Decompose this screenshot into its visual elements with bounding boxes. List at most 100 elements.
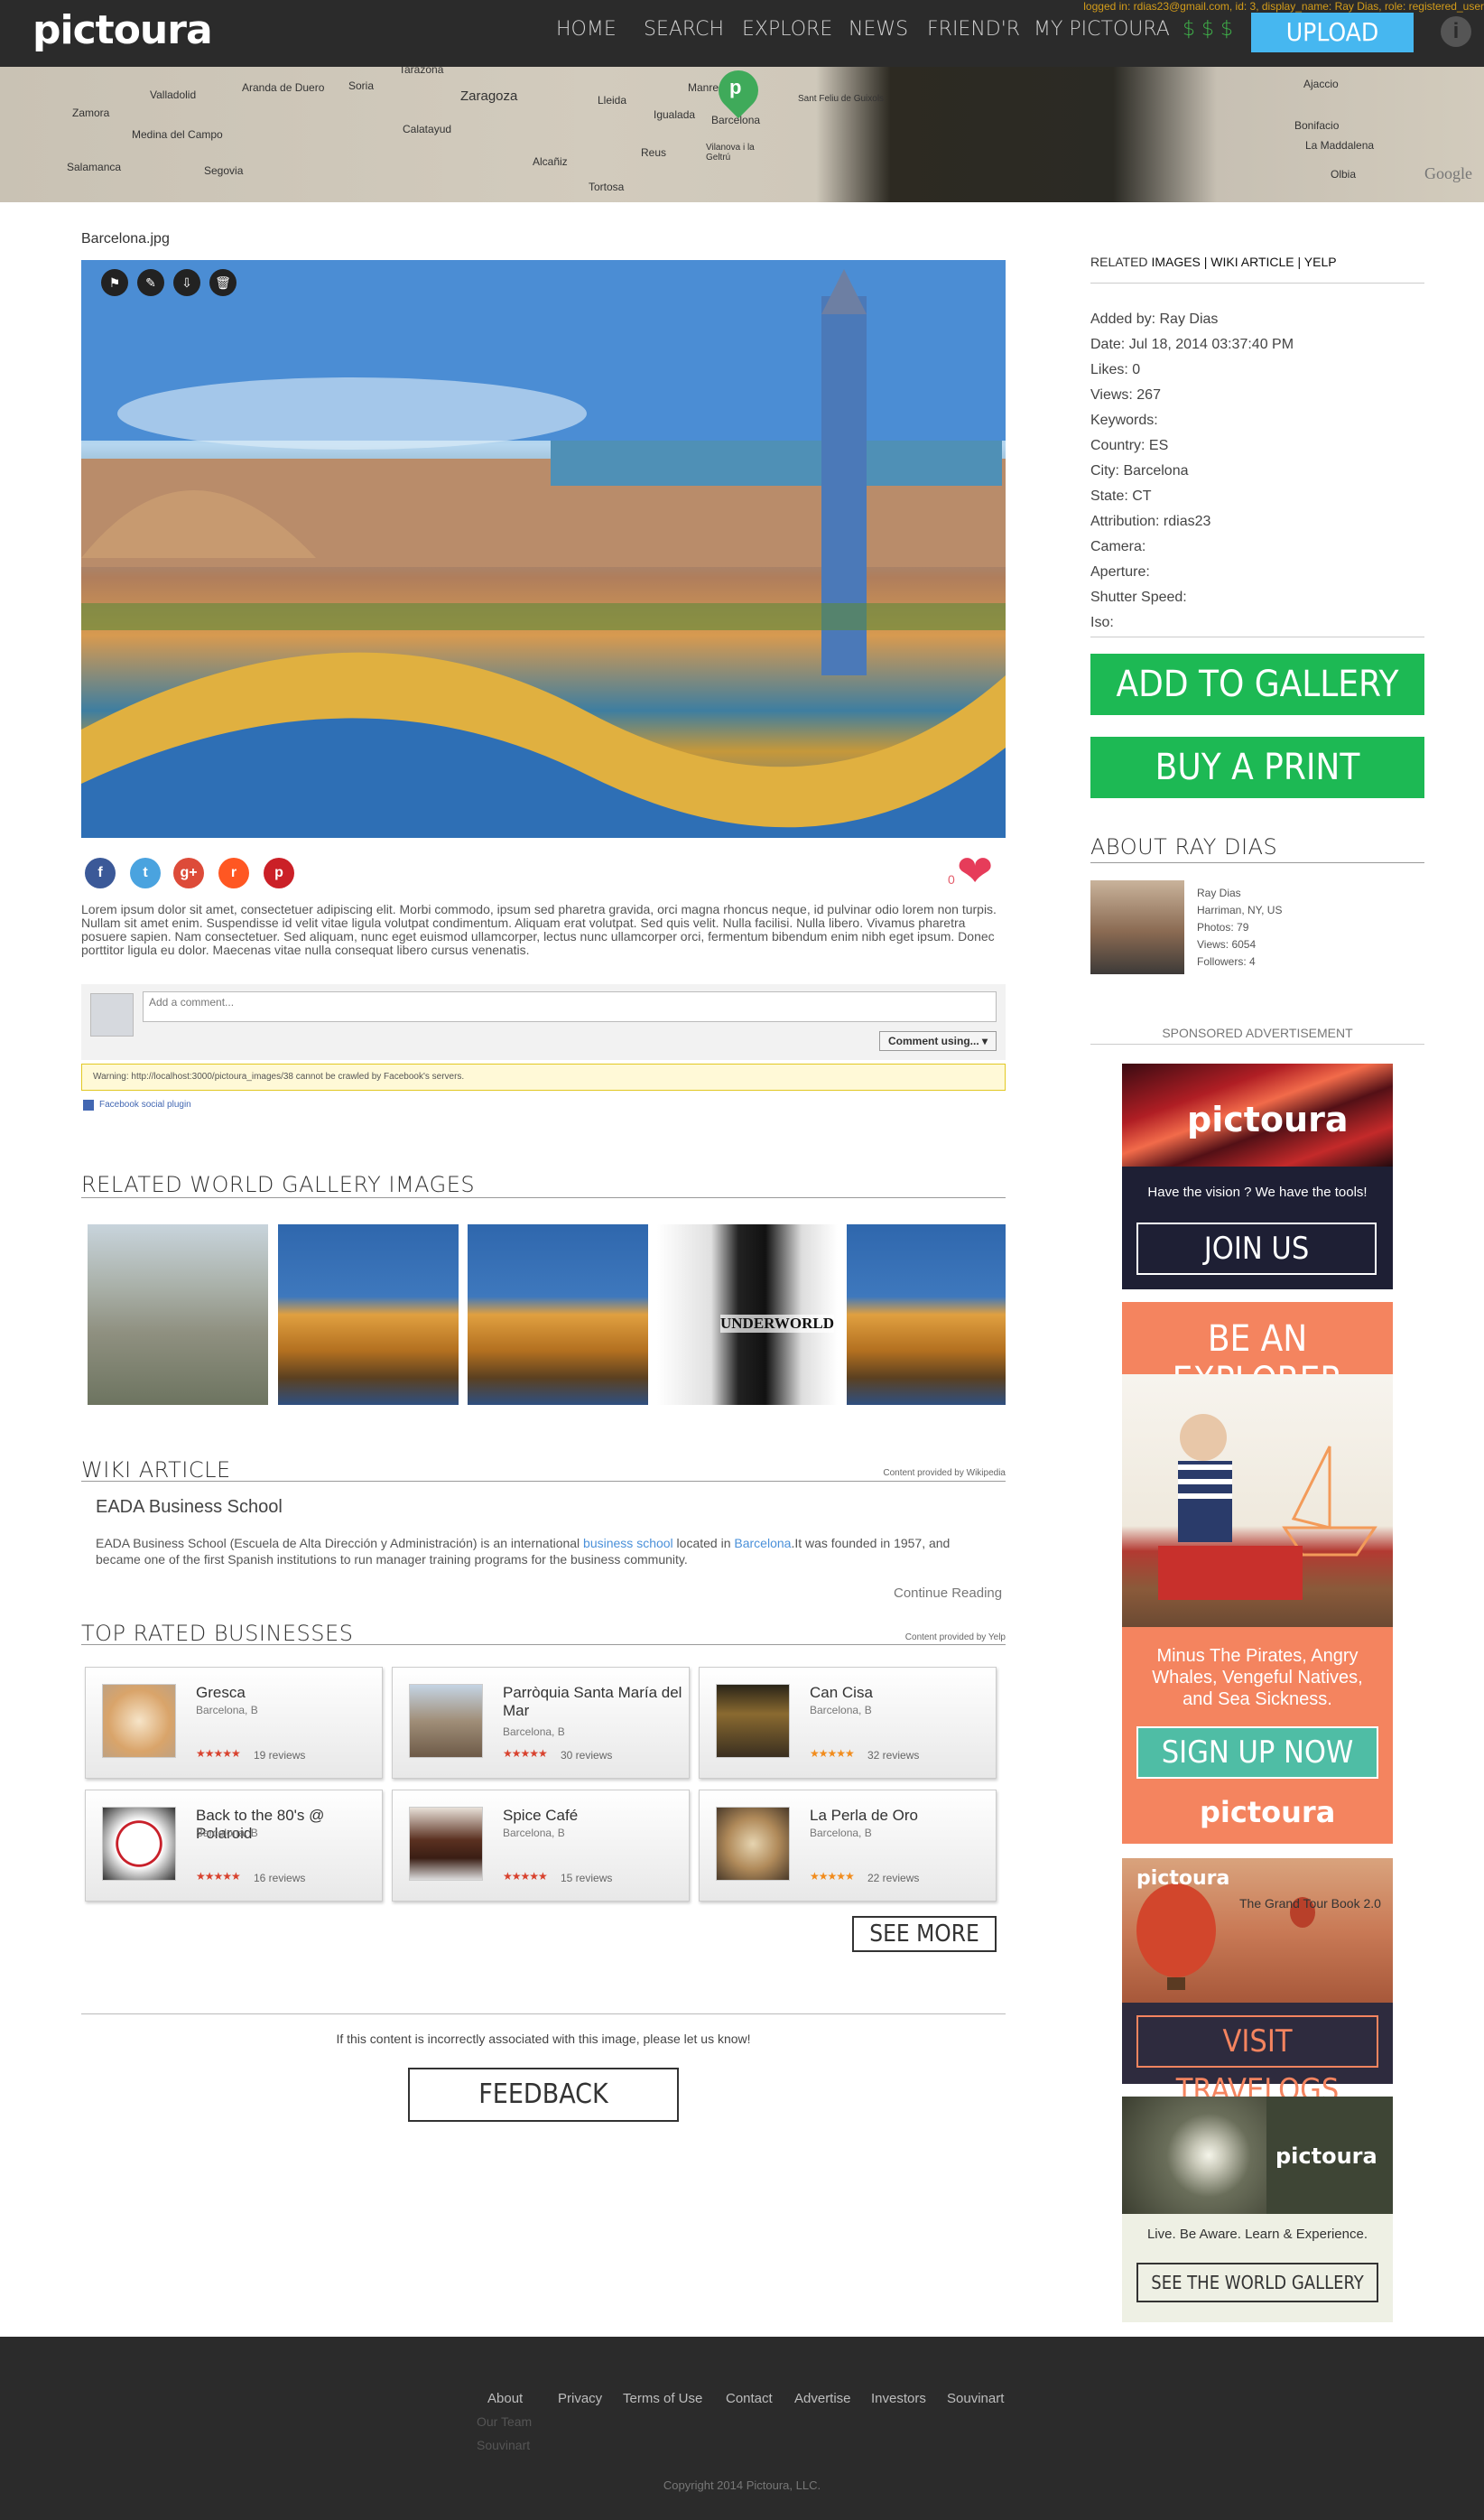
star-rating: ★★★★★ — [196, 1747, 241, 1760]
flag-icon[interactable]: ⚑ — [101, 269, 128, 296]
divider — [1090, 283, 1424, 284]
buy-print-button[interactable]: BUY A PRINT — [1090, 737, 1424, 798]
business-card[interactable]: Parròquia Santa María del Mar Barcelona,… — [392, 1667, 690, 1779]
meta-camera: Camera: — [1090, 539, 1146, 554]
wiki-link-business-school[interactable]: business school — [583, 1536, 673, 1550]
ad-pictoura-logo: pictoura — [1200, 1795, 1336, 1829]
businesses-heading: TOP RATED BUSINESSES — [81, 1621, 354, 1646]
business-card[interactable]: Can Cisa Barcelona, B ★★★★★ 32 reviews — [699, 1667, 997, 1779]
main-photo — [81, 260, 1006, 838]
see-world-gallery-button[interactable]: SEE THE WORLD GALLERY — [1136, 2263, 1378, 2302]
footer-link-investors[interactable]: Investors — [871, 2391, 926, 2406]
googleplus-share-icon[interactable]: g+ — [173, 858, 204, 888]
ad-girl-illustration — [1122, 1374, 1393, 1627]
business-name[interactable]: Spice Café — [503, 1807, 683, 1825]
google-attribution: Google — [1424, 164, 1472, 182]
map-label: Tortosa — [589, 181, 625, 193]
business-location: Barcelona, B — [503, 1725, 565, 1738]
related-thumb-parthenon[interactable] — [847, 1224, 1006, 1405]
photo-illustration — [81, 260, 1006, 838]
nav-explore[interactable]: EXPLORE — [742, 18, 832, 41]
meta-keywords: Keywords: — [1090, 413, 1158, 428]
map-label: Calatayud — [403, 123, 452, 135]
continue-reading-link[interactable]: Continue Reading — [894, 1585, 1002, 1601]
upload-button[interactable]: UPLOAD — [1251, 13, 1414, 52]
footer-sub-souvinart[interactable]: Souvinart — [477, 2438, 530, 2452]
related-thumb-underworld[interactable]: UNDERWORLD — [657, 1224, 838, 1405]
reddit-share-icon[interactable]: r — [218, 858, 249, 888]
ad-be-explorer[interactable]: BE AN EXPLORER Minus The Pirates, Angry … — [1122, 1302, 1393, 1844]
wiki-link-barcelona[interactable]: Barcelona — [734, 1536, 791, 1550]
map-label: Ajaccio — [1303, 78, 1339, 90]
user-avatar[interactable] — [1090, 880, 1184, 974]
map-label: Reus — [641, 146, 667, 159]
business-card[interactable]: Back to the 80's @ Polaroid Barcelona, B… — [85, 1790, 383, 1902]
pinterest-share-icon[interactable]: p — [264, 858, 294, 888]
business-image — [102, 1807, 176, 1881]
footer — [0, 2337, 1484, 2520]
meta-added-by: Added by: Ray Dias — [1090, 312, 1219, 327]
map-label: Aranda de Duero — [242, 81, 325, 94]
wiki-heading: WIKI ARTICLE — [81, 1457, 231, 1483]
footer-sub-our-team[interactable]: Our Team — [477, 2414, 532, 2429]
ad-pictoura-logo: pictoura — [1136, 1867, 1230, 1890]
comment-input[interactable]: Add a comment... — [143, 991, 997, 1022]
nav-money[interactable]: $ $ $ — [1183, 18, 1233, 41]
visit-travelogs-button[interactable]: VISIT TRAVELOGS — [1136, 2015, 1378, 2108]
feedback-button[interactable]: FEEDBACK — [408, 2068, 679, 2122]
pencil-icon[interactable]: ✎ — [137, 269, 164, 296]
nav-home[interactable]: HOME — [556, 18, 617, 41]
join-us-button[interactable]: JOIN US — [1136, 1223, 1377, 1275]
ad-travelogs[interactable]: pictoura The Grand Tour Book 2.0 VISIT T… — [1122, 1858, 1393, 2108]
star-rating: ★★★★★ — [503, 1747, 548, 1760]
map-label: La Maddalena — [1305, 139, 1375, 152]
map-label: Segovia — [204, 164, 244, 177]
download-icon[interactable]: ⇩ — [173, 269, 200, 296]
related-tab-links[interactable]: IMAGES | WIKI ARTICLE | YELP — [1151, 255, 1336, 269]
footer-link-souvinart[interactable]: Souvinart — [947, 2391, 1004, 2406]
footer-link-contact[interactable]: Contact — [726, 2391, 773, 2406]
business-card[interactable]: La Perla de Oro Barcelona, B ★★★★★ 22 re… — [699, 1790, 997, 1902]
ad-world-gallery[interactable]: pictoura Live. Be Aware. Learn & Experie… — [1122, 2097, 1393, 2322]
like-heart-icon[interactable]: ❤ — [957, 851, 993, 894]
related-thumb-parthenon[interactable] — [468, 1224, 648, 1405]
divider — [81, 2013, 1006, 2014]
comment-using-button[interactable]: Comment using... ▾ — [879, 1031, 997, 1051]
facebook-share-icon[interactable]: f — [85, 858, 116, 888]
business-card[interactable]: Spice Café Barcelona, B ★★★★★ 15 reviews — [392, 1790, 690, 1902]
business-name[interactable]: Parròquia Santa María del Mar — [503, 1684, 683, 1720]
nav-friendr[interactable]: FRIEND'R — [927, 18, 1020, 41]
nav-my-pictoura[interactable]: MY PICTOURA — [1034, 18, 1170, 41]
see-more-button[interactable]: SEE MORE — [852, 1916, 997, 1952]
map-pin-letter: p — [729, 76, 742, 98]
map-label: Zaragoza — [460, 88, 518, 104]
related-thumb-city[interactable] — [88, 1224, 268, 1405]
business-card[interactable]: Gresca Barcelona, B ★★★★★ 19 reviews — [85, 1667, 383, 1779]
footer-link-privacy[interactable]: Privacy — [558, 2391, 602, 2406]
meta-views: Views: 267 — [1090, 387, 1161, 403]
facebook-plugin-link[interactable]: Facebook social plugin — [99, 1100, 191, 1110]
info-icon[interactable]: i — [1441, 16, 1471, 47]
pictoura-logo[interactable]: pictoura — [32, 7, 213, 53]
footer-link-terms[interactable]: Terms of Use — [623, 2391, 702, 2406]
business-name[interactable]: La Perla de Oro — [810, 1807, 990, 1825]
meta-city: City: Barcelona — [1090, 463, 1189, 479]
sign-up-now-button[interactable]: SIGN UP NOW — [1136, 1726, 1378, 1779]
ad-book-title: The Grand Tour Book 2.0 — [1239, 1896, 1381, 1911]
nav-search[interactable]: SEARCH — [644, 18, 724, 41]
map-label: Zamora — [72, 107, 110, 119]
star-rating: ★★★★★ — [810, 1747, 855, 1760]
wiki-text-part: located in — [672, 1536, 735, 1550]
footer-link-about[interactable]: About — [487, 2391, 523, 2406]
related-thumb-parthenon[interactable] — [278, 1224, 459, 1405]
business-name[interactable]: Gresca — [196, 1684, 376, 1702]
add-to-gallery-button[interactable]: ADD TO GALLERY — [1090, 654, 1424, 715]
trash-icon[interactable]: 🗑 — [209, 269, 237, 296]
footer-link-advertise[interactable]: Advertise — [794, 2391, 851, 2406]
review-count: 19 reviews — [254, 1749, 306, 1762]
business-name[interactable]: Can Cisa — [810, 1684, 990, 1702]
map-label: Bonifacio — [1294, 119, 1340, 132]
nav-news[interactable]: NEWS — [849, 18, 908, 41]
ad-join-us[interactable]: pictoura Have the vision ? We have the t… — [1122, 1064, 1393, 1289]
twitter-share-icon[interactable]: t — [130, 858, 161, 888]
